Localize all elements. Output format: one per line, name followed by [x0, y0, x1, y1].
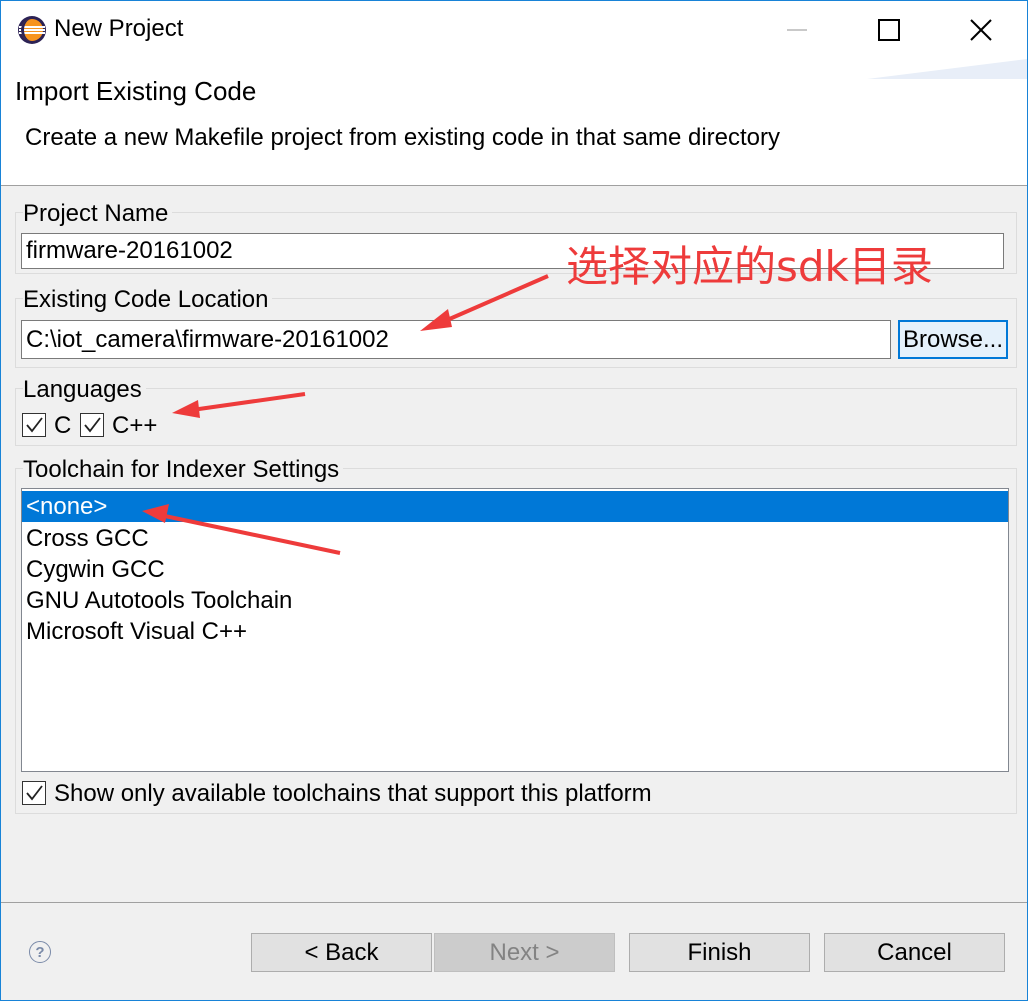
language-cpp-checkbox[interactable]	[80, 413, 104, 437]
language-c-checkbox[interactable]	[22, 413, 46, 437]
eclipse-icon	[18, 16, 46, 44]
wizard-header: Import Existing Code Create a new Makefi…	[1, 59, 1027, 186]
minimize-icon	[787, 29, 807, 31]
language-c-label: C	[54, 412, 72, 439]
show-only-available-label: Show only available toolchains that supp…	[54, 780, 652, 807]
project-name-label: Project Name	[23, 200, 173, 228]
toolchain-item-cygwin-gcc[interactable]: Cygwin GCC	[22, 554, 1008, 585]
checkmark-icon	[26, 785, 43, 801]
finish-button[interactable]: Finish	[629, 933, 810, 972]
checkmark-icon	[26, 417, 43, 433]
footer-separator	[1, 902, 1027, 903]
checkmark-icon	[84, 417, 101, 433]
help-icon[interactable]: ?	[29, 941, 51, 963]
next-button[interactable]: Next >	[434, 933, 615, 972]
minimize-button[interactable]	[751, 1, 843, 59]
back-button[interactable]: < Back	[251, 933, 432, 972]
toolchain-item-none[interactable]: <none>	[22, 491, 1008, 522]
languages-label: Languages	[23, 376, 146, 404]
close-icon	[970, 19, 992, 41]
window-title: New Project	[54, 15, 184, 42]
cancel-button[interactable]: Cancel	[824, 933, 1005, 972]
close-button[interactable]	[935, 1, 1027, 59]
title-bar: New Project	[1, 1, 1027, 59]
maximize-icon	[878, 19, 900, 41]
toolchain-item-gnu-autotools[interactable]: GNU Autotools Toolchain	[22, 585, 1008, 616]
show-only-available-checkbox[interactable]	[22, 781, 46, 805]
code-location-input[interactable]: C:\iot_camera\firmware-20161002	[21, 320, 891, 359]
language-cpp-label: C++	[112, 412, 158, 439]
page-description: Create a new Makefile project from exist…	[25, 124, 781, 151]
languages-group	[15, 388, 1017, 446]
page-title: Import Existing Code	[15, 76, 257, 106]
toolchain-label: Toolchain for Indexer Settings	[23, 456, 344, 484]
header-decoration	[867, 59, 1027, 79]
toolchain-list[interactable]: <none> Cross GCC Cygwin GCC GNU Autotool…	[21, 488, 1009, 772]
toolchain-item-msvc[interactable]: Microsoft Visual C++	[22, 616, 1008, 647]
new-project-dialog: New Project Import Existing Code Create …	[0, 0, 1028, 1001]
code-location-label: Existing Code Location	[23, 286, 273, 314]
toolchain-item-cross-gcc[interactable]: Cross GCC	[22, 523, 1008, 554]
annotation-text: 选择对应的sdk目录	[566, 242, 933, 291]
maximize-button[interactable]	[843, 1, 935, 59]
browse-button[interactable]: Browse...	[898, 320, 1008, 359]
